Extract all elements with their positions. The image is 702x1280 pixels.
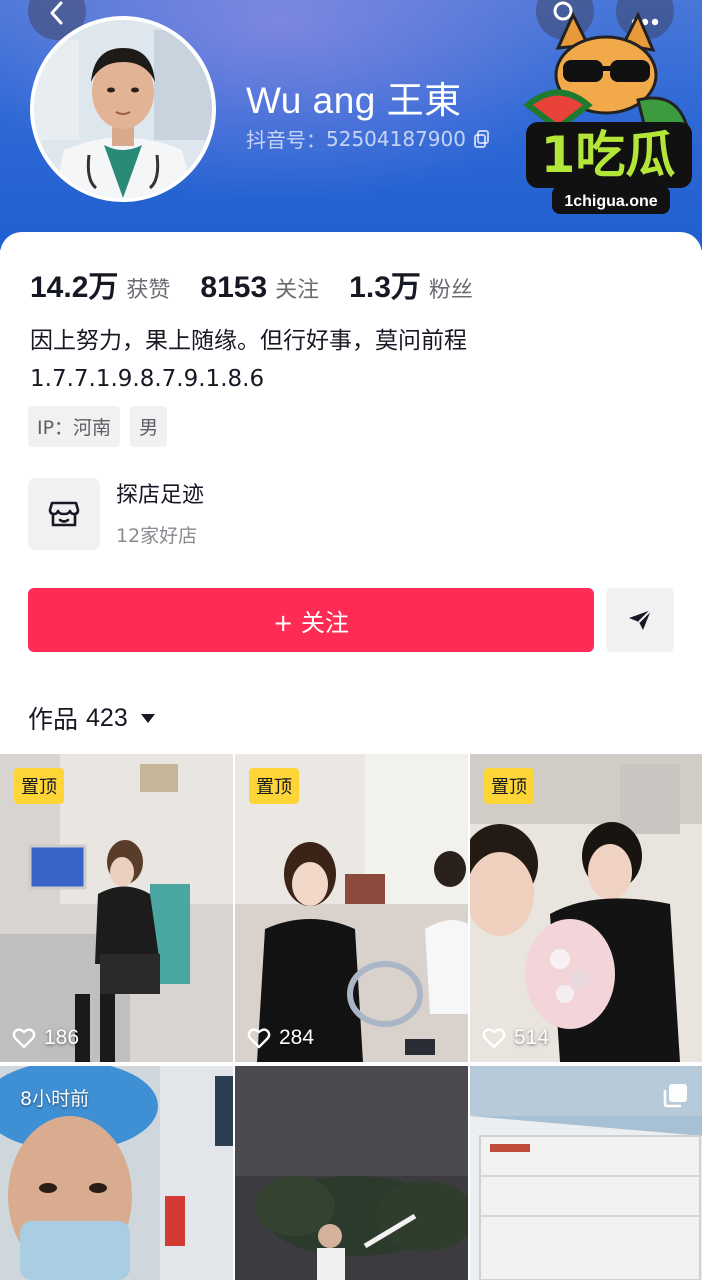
works-count: 423 (86, 703, 128, 732)
avatar-doctor-icon (34, 20, 212, 198)
bio-line: 因上努力，果上随缘。但行好事，莫问前程 (30, 328, 467, 354)
stat-value: 14.2万 (30, 271, 119, 304)
gender-tag: 男 (130, 406, 168, 447)
like-count: 186 (12, 1026, 79, 1050)
watermark-logo: 1吃瓜 1chigua.one (518, 10, 698, 220)
shop-title: 探店足迹 (116, 482, 205, 508)
video-tile[interactable]: 8小时前 (0, 1066, 233, 1280)
shop-subtitle: 12家好店 (116, 524, 198, 547)
like-count-value: 284 (279, 1026, 315, 1049)
video-tile[interactable]: 置顶 514 (470, 754, 702, 1062)
stat-likes[interactable]: 14.2万 获赞 (30, 262, 170, 306)
heart-icon (247, 1028, 271, 1049)
pinned-badge: 置顶 (484, 768, 534, 804)
caret-down-icon (140, 714, 155, 723)
video-tile[interactable]: 置顶 186 (0, 754, 233, 1062)
stat-followers[interactable]: 1.3万 粉丝 (349, 262, 473, 306)
share-button[interactable] (606, 588, 674, 652)
avatar[interactable] (30, 16, 216, 202)
chevron-left-icon (50, 1, 63, 25)
ip-tag: IP：河南 (28, 406, 121, 447)
video-tile[interactable] (470, 1066, 702, 1280)
fox-mascot-icon: 1吃瓜 1chigua.one (523, 11, 692, 214)
watermark-logo-text: 1吃瓜 (541, 126, 676, 184)
stat-label: 获赞 (126, 278, 171, 303)
storefront-icon (48, 501, 80, 527)
profile-nickname: Wu ang 王東 (246, 80, 462, 121)
video-thumbnail (235, 1066, 468, 1280)
douyin-id-label: 抖音号： (246, 128, 326, 152)
stats-row: 14.2万 获赞 8153 关注 1.3万 粉丝 (30, 262, 503, 306)
shop-footprint-entry[interactable]: 探店足迹 12家好店 (28, 478, 204, 550)
douyin-id-row[interactable]: 抖音号： 52504187900 (246, 124, 490, 153)
copy-icon[interactable] (473, 129, 490, 148)
watermark-domain: 1chigua.one (564, 193, 657, 210)
works-label: 作品 (28, 705, 79, 734)
profile-tags: IP：河南 男 (28, 406, 168, 447)
like-count: 514 (482, 1026, 549, 1050)
works-tab[interactable]: 作品 423 (28, 700, 156, 736)
stat-label: 粉丝 (428, 278, 473, 303)
follow-button-label: + 关注 (273, 608, 349, 637)
multi-image-icon (663, 1084, 687, 1108)
heart-icon (482, 1028, 506, 1049)
stat-following[interactable]: 8153 关注 (200, 271, 319, 305)
like-count-value: 514 (514, 1026, 550, 1049)
video-tile[interactable]: 置顶 284 (235, 754, 468, 1062)
like-count: 284 (247, 1026, 314, 1050)
post-time: 8小时前 (20, 1088, 90, 1110)
stat-value: 8153 (200, 271, 268, 304)
like-count-value: 186 (44, 1026, 80, 1049)
stat-value: 1.3万 (349, 271, 421, 304)
douyin-id-value: 52504187900 (326, 126, 466, 151)
bio-line: 1.7.7.1.9.8.7.9.1.8.6 (30, 366, 265, 392)
pinned-badge: 置顶 (249, 768, 299, 804)
pinned-badge: 置顶 (14, 768, 64, 804)
stat-label: 关注 (275, 278, 320, 303)
profile-bio: 因上努力，果上随缘。但行好事，莫问前程 1.7.7.1.9.8.7.9.1.8.… (30, 322, 467, 398)
follow-button[interactable]: + 关注 (28, 588, 594, 652)
paper-plane-icon (629, 609, 652, 630)
heart-icon (12, 1028, 36, 1049)
shop-icon-box (28, 478, 100, 550)
video-tile[interactable] (235, 1066, 468, 1280)
